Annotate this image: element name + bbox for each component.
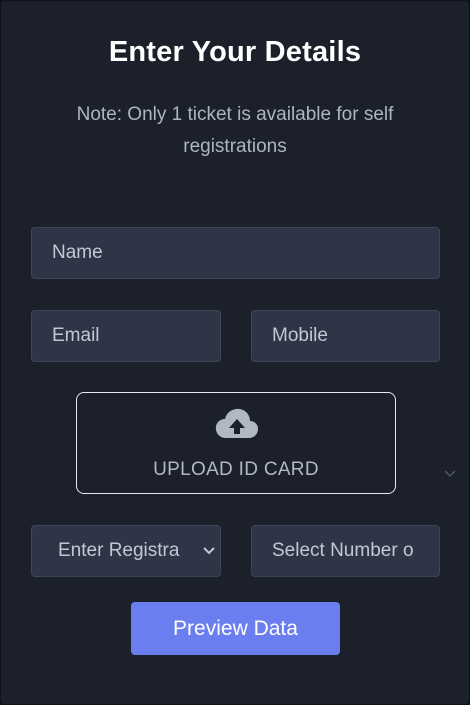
chevron-down-icon <box>203 547 215 555</box>
page-title: Enter Your Details <box>108 36 362 68</box>
upload-label: UPLOAD ID CARD <box>153 459 319 480</box>
ticket-note: Note: Only 1 ticket is available for sel… <box>76 104 394 157</box>
chevron-down-icon <box>444 470 456 478</box>
mobile-input[interactable] <box>251 310 440 362</box>
cloud-upload-icon <box>215 408 258 438</box>
name-input[interactable] <box>31 227 440 279</box>
preview-data-button[interactable]: Preview Data <box>131 602 340 655</box>
registration-select[interactable]: Enter Registra <box>31 525 221 577</box>
number-select[interactable]: Select Number o <box>251 525 440 577</box>
upload-id-card-button[interactable]: UPLOAD ID CARD <box>76 392 396 494</box>
email-input[interactable] <box>31 310 221 362</box>
registration-select-value: Enter Registra <box>58 540 180 561</box>
number-select-value: Select Number o <box>272 540 414 561</box>
